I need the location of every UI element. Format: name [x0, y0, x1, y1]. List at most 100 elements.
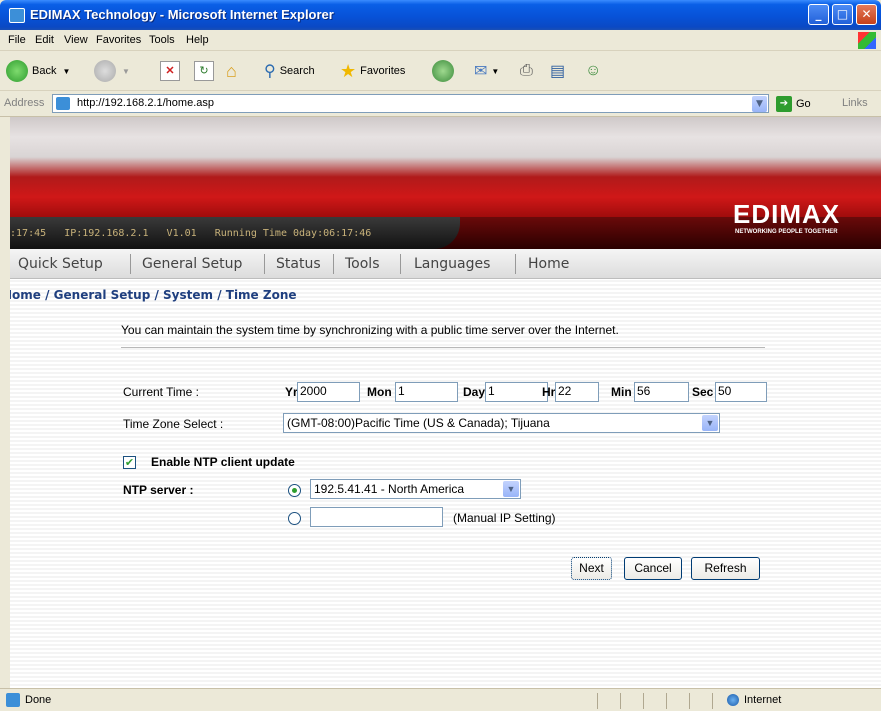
- links-label[interactable]: Links: [842, 97, 868, 109]
- menu-view[interactable]: View: [64, 34, 88, 46]
- go-arrow-icon: ➔: [776, 96, 792, 112]
- edit-icon: ▤: [550, 63, 566, 80]
- ntp-enable-checkbox[interactable]: ✔: [123, 456, 136, 469]
- nav-status[interactable]: Status: [276, 256, 321, 272]
- timezone-select[interactable]: (GMT-08:00)Pacific Time (US & Canada); T…: [283, 413, 720, 433]
- day-input[interactable]: 1: [485, 382, 548, 402]
- nav-quick-setup[interactable]: Quick Setup: [18, 256, 103, 272]
- minimize-button[interactable]: _: [808, 4, 829, 25]
- maximize-button[interactable]: □: [832, 4, 853, 25]
- favorites-button[interactable]: ★ Favorites: [340, 60, 405, 82]
- ntp-server-select[interactable]: 192.5.41.41 - North America ▼: [310, 479, 521, 499]
- cancel-button[interactable]: Cancel: [624, 557, 682, 580]
- status-separator: [643, 693, 644, 709]
- manual-ip-radio[interactable]: [288, 512, 301, 525]
- search-label: Search: [279, 65, 315, 77]
- address-label: Address: [4, 97, 45, 109]
- menu-edit[interactable]: Edit: [35, 34, 54, 46]
- address-input[interactable]: http://192.168.2.1/home.asp ▼: [52, 94, 769, 113]
- back-button[interactable]: Back ▼: [6, 60, 70, 82]
- favorites-label: Favorites: [360, 65, 406, 77]
- menu-file[interactable]: File: [8, 34, 26, 46]
- status-bar: Done Internet: [0, 688, 881, 711]
- year-input[interactable]: 2000: [297, 382, 360, 402]
- menu-bar: File Edit View Favorites Tools Help: [0, 30, 881, 51]
- manual-ip-input[interactable]: [310, 507, 443, 527]
- nav-languages[interactable]: Languages: [414, 256, 490, 272]
- back-label: Back: [32, 65, 57, 77]
- page-content: 6:17:45 IP:192.168.2.1 V1.01 Running Tim…: [10, 117, 881, 688]
- mail-button[interactable]: ✉ ▼: [474, 60, 499, 82]
- nav-separator: [333, 254, 334, 274]
- stop-icon: ✕: [160, 61, 180, 81]
- chevron-down-icon: ▼: [122, 66, 130, 76]
- nav-general-setup[interactable]: General Setup: [142, 256, 242, 272]
- forward-button[interactable]: ▼: [94, 60, 130, 82]
- refresh-button[interactable]: ↻: [194, 60, 214, 82]
- ntp-server-value: 192.5.41.41 - North America: [314, 482, 465, 496]
- menu-favorites[interactable]: Favorites: [96, 34, 141, 46]
- month-input[interactable]: 1: [395, 382, 458, 402]
- status-separator: [712, 693, 713, 709]
- page-icon: [56, 97, 70, 110]
- window-title: EDIMAX Technology - Microsoft Internet E…: [30, 7, 334, 22]
- current-time-label: Current Time :: [123, 385, 200, 399]
- history-icon: [432, 60, 454, 82]
- stop-button[interactable]: ✕: [160, 60, 180, 82]
- logo-tagline: NETWORKING PEOPLE TOGETHER: [735, 229, 838, 235]
- radio-dot: [292, 488, 297, 493]
- timezone-label: Time Zone Select :: [123, 417, 224, 431]
- messenger-button[interactable]: ☺: [585, 60, 601, 82]
- timezone-value: (GMT-08:00)Pacific Time (US & Canada); T…: [287, 416, 550, 430]
- intro-text: You can maintain the system time by sync…: [121, 323, 619, 337]
- router-status-text: 6:17:45 IP:192.168.2.1 V1.01 Running Tim…: [10, 228, 372, 239]
- refresh-form-button[interactable]: Refresh: [691, 557, 760, 580]
- breadcrumb: Home / General Setup / System / Time Zon…: [10, 288, 297, 302]
- go-button[interactable]: ➔ Go: [776, 96, 811, 112]
- toolbar: Back ▼ ▼ ✕ ↻ ⌂ ⚲ Search ★ Favorites ✉ ▼ ⎙…: [0, 51, 881, 91]
- print-icon: ⎙: [520, 62, 533, 79]
- status-separator: [597, 693, 598, 709]
- second-input[interactable]: 50: [715, 382, 767, 402]
- day-label: Day: [463, 385, 486, 399]
- windows-logo-icon: [858, 32, 876, 49]
- address-url: http://192.168.2.1/home.asp: [77, 97, 214, 109]
- nav-separator: [130, 254, 131, 274]
- go-label: Go: [796, 98, 811, 110]
- ntp-server-label: NTP server :: [123, 483, 194, 497]
- nav-bar: Quick Setup General Setup Status Tools L…: [10, 249, 881, 279]
- address-bar: Address http://192.168.2.1/home.asp ▼ ➔ …: [0, 91, 881, 117]
- print-button[interactable]: ⎙: [520, 60, 533, 82]
- search-button[interactable]: ⚲ Search: [264, 60, 315, 82]
- close-button[interactable]: ✕: [856, 4, 877, 25]
- globe-icon: [727, 694, 739, 706]
- forward-arrow-icon: [94, 60, 116, 82]
- divider: [121, 347, 765, 348]
- next-button[interactable]: Next: [571, 557, 612, 580]
- month-label: Mon: [367, 385, 392, 399]
- minute-input[interactable]: 56: [634, 382, 689, 402]
- mail-icon: ✉: [474, 63, 488, 80]
- nav-tools[interactable]: Tools: [345, 256, 380, 272]
- ntp-server-radio[interactable]: [288, 484, 301, 497]
- history-button[interactable]: [432, 60, 454, 82]
- menu-help[interactable]: Help: [186, 34, 209, 46]
- chevron-down-icon[interactable]: ▼: [752, 96, 767, 112]
- status-separator: [620, 693, 621, 709]
- chevron-down-icon: ▼: [503, 481, 519, 497]
- home-button[interactable]: ⌂: [226, 60, 237, 82]
- back-arrow-icon: [6, 60, 28, 82]
- menu-tools[interactable]: Tools: [149, 34, 175, 46]
- messenger-icon: ☺: [585, 62, 602, 79]
- minute-label: Min: [611, 385, 632, 399]
- search-icon: ⚲: [264, 63, 276, 80]
- edimax-logo: EDIMAX: [733, 199, 841, 229]
- refresh-icon: ↻: [194, 61, 214, 81]
- status-separator: [689, 693, 690, 709]
- edit-button[interactable]: ▤: [550, 60, 565, 82]
- nav-home[interactable]: Home: [528, 256, 569, 272]
- second-label: Sec: [692, 385, 714, 399]
- hour-input[interactable]: 22: [555, 382, 599, 402]
- left-frame-border: [0, 117, 10, 688]
- nav-separator: [264, 254, 265, 274]
